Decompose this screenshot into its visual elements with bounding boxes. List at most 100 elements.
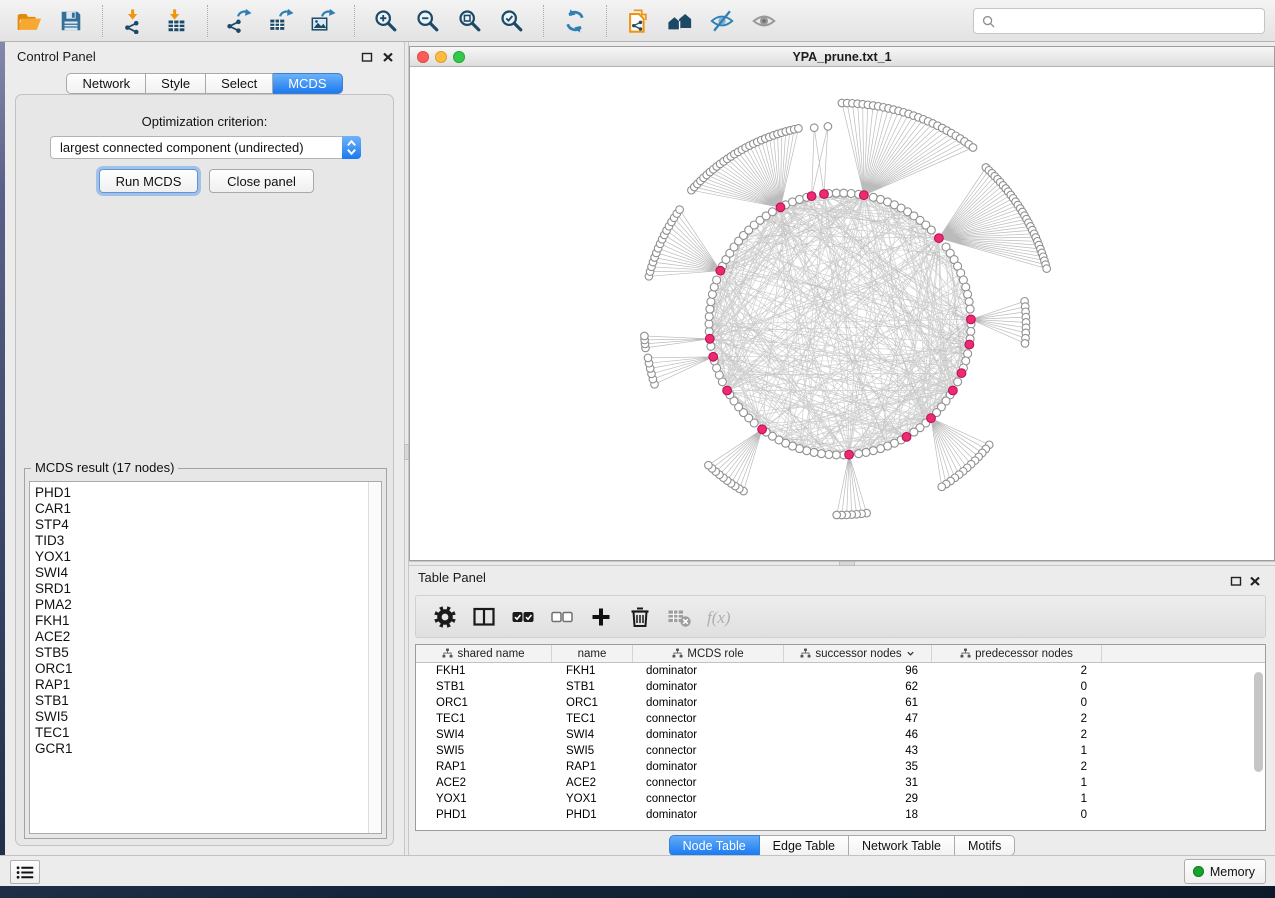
select-all-icon (510, 604, 536, 630)
mcds-result-item[interactable]: STB5 (30, 645, 368, 661)
save-session-icon (58, 8, 84, 34)
network-graph[interactable] (410, 67, 1274, 560)
table-row[interactable]: ORC1ORC1dominator610 (416, 695, 1265, 711)
table-row[interactable]: PHD1PHD1dominator180 (416, 807, 1265, 823)
cell-mcds-role: connector (633, 791, 784, 807)
network-title: YPA_prune.txt_1 (410, 50, 1274, 64)
cell-successor-nodes: 46 (784, 727, 932, 743)
mcds-result-title: MCDS result (17 nodes) (31, 460, 178, 475)
cell-name: YOX1 (552, 791, 633, 807)
column-label: predecessor nodes (975, 648, 1073, 660)
zoom-selected-button[interactable] (497, 5, 527, 37)
mcds-result-item[interactable]: ORC1 (30, 661, 368, 677)
mcds-result-item[interactable]: CAR1 (30, 501, 368, 517)
tab-mcds[interactable]: MCDS (273, 73, 342, 94)
table-row[interactable]: SWI5SWI5connector431 (416, 743, 1265, 759)
tab-motifs[interactable]: Motifs (955, 835, 1015, 856)
mcds-result-item[interactable]: STB1 (30, 693, 368, 709)
column-label: name (578, 648, 607, 660)
memory-button[interactable]: Memory (1184, 859, 1266, 884)
delete-button[interactable] (623, 599, 659, 635)
show-columns-button[interactable] (467, 599, 503, 635)
deselect-all-icon (549, 604, 575, 630)
hide-selected-button[interactable] (707, 5, 737, 37)
table-row[interactable]: FKH1FKH1dominator962 (416, 663, 1265, 679)
deselect-all-button[interactable] (545, 599, 581, 635)
first-neighbors-button[interactable] (665, 5, 695, 37)
cell-successor-nodes: 96 (784, 663, 932, 679)
tab-network-table[interactable]: Network Table (849, 835, 955, 856)
column-header-successor-nodes[interactable]: successor nodes (784, 645, 932, 662)
mcds-result-item[interactable]: GCR1 (30, 741, 368, 757)
show-all-button[interactable] (749, 5, 779, 37)
export-image-button[interactable] (308, 5, 338, 37)
import-network-file-button[interactable] (119, 5, 149, 37)
column-label: shared name (457, 648, 524, 660)
duplicate-network-button[interactable] (623, 5, 653, 37)
mcds-result-item[interactable]: FKH1 (30, 613, 368, 629)
mcds-result-item[interactable]: PMA2 (30, 597, 368, 613)
close-panel-icon[interactable] (1249, 574, 1264, 588)
table-scrollbar-thumb[interactable] (1254, 672, 1263, 772)
list-scrollbar[interactable] (368, 482, 381, 833)
cell-predecessor-nodes: 2 (932, 663, 1102, 679)
table-row[interactable]: RAP1RAP1dominator352 (416, 759, 1265, 775)
mcds-result-group: MCDS result (17 nodes) PHD1CAR1STP4TID3Y… (24, 468, 387, 839)
export-table-button[interactable] (266, 5, 296, 37)
close-panel-button[interactable]: Close panel (209, 169, 314, 193)
mcds-result-item[interactable]: SRD1 (30, 581, 368, 597)
zoom-out-button[interactable] (413, 5, 443, 37)
table-row[interactable]: ACE2ACE2connector311 (416, 775, 1265, 791)
mcds-result-item[interactable]: STP4 (30, 517, 368, 533)
mcds-result-item[interactable]: SWI4 (30, 565, 368, 581)
search-input[interactable] (999, 11, 1264, 31)
float-panel-icon[interactable] (1230, 574, 1245, 588)
tab-select[interactable]: Select (206, 73, 273, 94)
export-network-button[interactable] (224, 5, 254, 37)
column-settings-button[interactable] (428, 599, 464, 635)
table-row[interactable]: YOX1YOX1connector291 (416, 791, 1265, 807)
add-button[interactable] (584, 599, 620, 635)
table-row[interactable]: SWI4SWI4dominator462 (416, 727, 1265, 743)
cell-successor-nodes: 43 (784, 743, 932, 759)
column-header-predecessor-nodes[interactable]: predecessor nodes (932, 645, 1102, 662)
tab-style[interactable]: Style (146, 73, 206, 94)
close-panel-icon[interactable] (382, 50, 397, 64)
show-all-icon (751, 8, 777, 34)
mcds-result-item[interactable]: TID3 (30, 533, 368, 549)
column-header-shared-name[interactable]: shared name (416, 645, 552, 662)
run-mcds-button[interactable]: Run MCDS (99, 169, 198, 193)
mcds-result-item[interactable]: ACE2 (30, 629, 368, 645)
float-panel-icon[interactable] (361, 50, 376, 64)
main-area: Control Panel NetworkStyleSelectMCDS Opt… (5, 42, 1275, 855)
table-row[interactable]: STB1STB1dominator620 (416, 679, 1265, 695)
import-table-file-button[interactable] (161, 5, 191, 37)
save-session-button[interactable] (56, 5, 86, 37)
select-stepper (342, 136, 361, 159)
optimization-criterion-label: Optimization criterion: (16, 114, 393, 129)
tab-node-table[interactable]: Node Table (669, 835, 760, 856)
mcds-result-item[interactable]: SWI5 (30, 709, 368, 725)
zoom-fit-button[interactable] (455, 5, 485, 37)
tab-edge-table[interactable]: Edge Table (760, 835, 849, 856)
refresh-view-button[interactable] (560, 5, 590, 37)
right-column: YPA_prune.txt_1 Table Panel f(x) shared … (409, 42, 1275, 855)
toolbar-separator (543, 5, 544, 37)
column-header-name[interactable]: name (552, 645, 633, 662)
tab-network[interactable]: Network (66, 73, 146, 94)
mcds-result-item[interactable]: PHD1 (30, 485, 368, 501)
table-toolbar: f(x) (415, 595, 1266, 638)
open-session-button[interactable] (14, 5, 44, 37)
mcds-result-item[interactable]: TEC1 (30, 725, 368, 741)
network-window-titlebar[interactable]: YPA_prune.txt_1 (410, 47, 1274, 67)
table-row[interactable]: TEC1TEC1connector472 (416, 711, 1265, 727)
mcds-result-item[interactable]: YOX1 (30, 549, 368, 565)
network-canvas[interactable] (410, 67, 1274, 560)
zoom-in-button[interactable] (371, 5, 401, 37)
optimization-criterion-select[interactable]: largest connected component (undirected) (50, 136, 361, 159)
select-all-button[interactable] (506, 599, 542, 635)
mcds-result-item[interactable]: RAP1 (30, 677, 368, 693)
cell-mcds-role: connector (633, 743, 784, 759)
column-header-mcds-role[interactable]: MCDS role (633, 645, 784, 662)
task-history-icon[interactable] (10, 860, 40, 884)
